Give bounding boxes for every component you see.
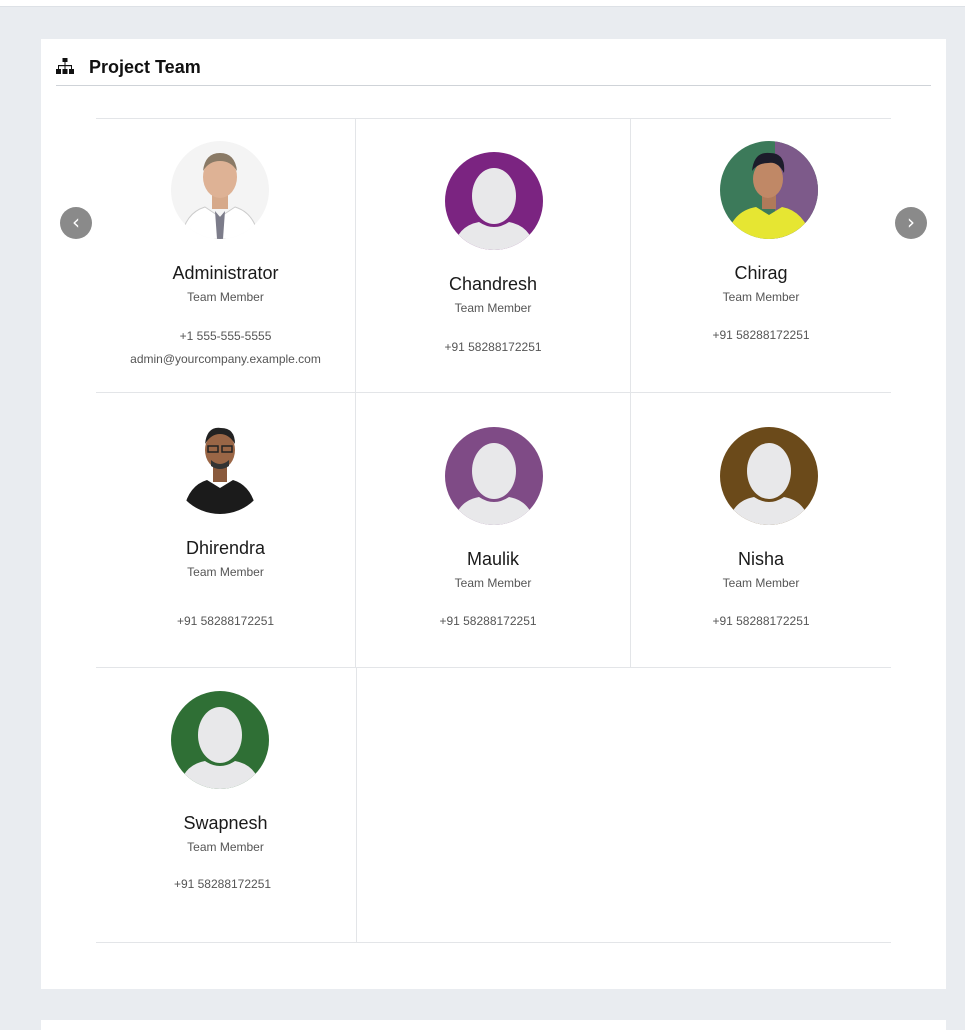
avatar bbox=[720, 141, 818, 239]
next-panel bbox=[41, 1020, 946, 1030]
member-name: Dhirendra bbox=[185, 538, 266, 558]
member-name: Maulik bbox=[466, 549, 519, 569]
team-member-card[interactable]: Chandresh Team Member +91 58288172251 bbox=[356, 118, 630, 392]
member-phone[interactable]: +1 555-555-5555 bbox=[96, 329, 355, 343]
member-role: Team Member bbox=[722, 290, 800, 304]
member-role: Team Member bbox=[187, 840, 264, 854]
member-role: Team Member bbox=[454, 301, 532, 315]
carousel-next-button[interactable]: › bbox=[895, 207, 927, 239]
member-name: Nisha bbox=[737, 549, 785, 569]
grid-divider bbox=[96, 942, 891, 943]
member-role: Team Member bbox=[722, 576, 800, 590]
avatar bbox=[171, 141, 269, 239]
member-name: Administrator bbox=[172, 263, 279, 283]
sitemap-icon bbox=[56, 58, 74, 74]
team-grid: Administrator Team Member +1 555-555-555… bbox=[96, 118, 891, 943]
member-name: Swapnesh bbox=[183, 813, 268, 833]
member-phone[interactable]: +91 58288172251 bbox=[346, 614, 630, 628]
avatar bbox=[171, 691, 269, 789]
team-member-card[interactable]: Administrator Team Member +1 555-555-555… bbox=[96, 118, 355, 392]
page-title: Project Team bbox=[89, 57, 201, 77]
member-phone[interactable]: +91 58288172251 bbox=[90, 877, 355, 891]
avatar bbox=[171, 416, 269, 514]
avatar bbox=[445, 152, 543, 250]
top-bar bbox=[0, 0, 965, 7]
member-phone[interactable]: +91 58288172251 bbox=[631, 328, 891, 342]
avatar bbox=[720, 427, 818, 525]
team-member-card[interactable]: Nisha Team Member +91 58288172251 bbox=[631, 393, 891, 667]
member-role: Team Member bbox=[187, 565, 264, 579]
member-name: Chandresh bbox=[448, 274, 538, 294]
member-phone[interactable]: +91 58288172251 bbox=[96, 614, 355, 628]
project-team-panel: Project Team ‹ › Administrator Team Memb… bbox=[41, 39, 946, 989]
grid-divider bbox=[356, 667, 357, 942]
avatar bbox=[445, 427, 543, 525]
panel-header: Project Team bbox=[56, 39, 931, 86]
member-phone[interactable]: +91 58288172251 bbox=[356, 340, 630, 354]
team-member-card[interactable]: Maulik Team Member +91 58288172251 bbox=[356, 393, 630, 667]
carousel-prev-button[interactable]: ‹ bbox=[60, 207, 92, 239]
member-email[interactable]: admin@yourcompany.example.com bbox=[96, 352, 355, 366]
member-name: Chirag bbox=[734, 263, 788, 283]
team-member-card[interactable]: Swapnesh Team Member +91 58288172251 bbox=[96, 668, 355, 942]
team-member-card[interactable]: Dhirendra Team Member +91 58288172251 bbox=[96, 393, 355, 667]
member-phone[interactable]: +91 58288172251 bbox=[631, 614, 891, 628]
member-role: Team Member bbox=[454, 576, 532, 590]
member-role: Team Member bbox=[187, 290, 264, 304]
team-member-card[interactable]: Chirag Team Member +91 58288172251 bbox=[631, 118, 891, 392]
